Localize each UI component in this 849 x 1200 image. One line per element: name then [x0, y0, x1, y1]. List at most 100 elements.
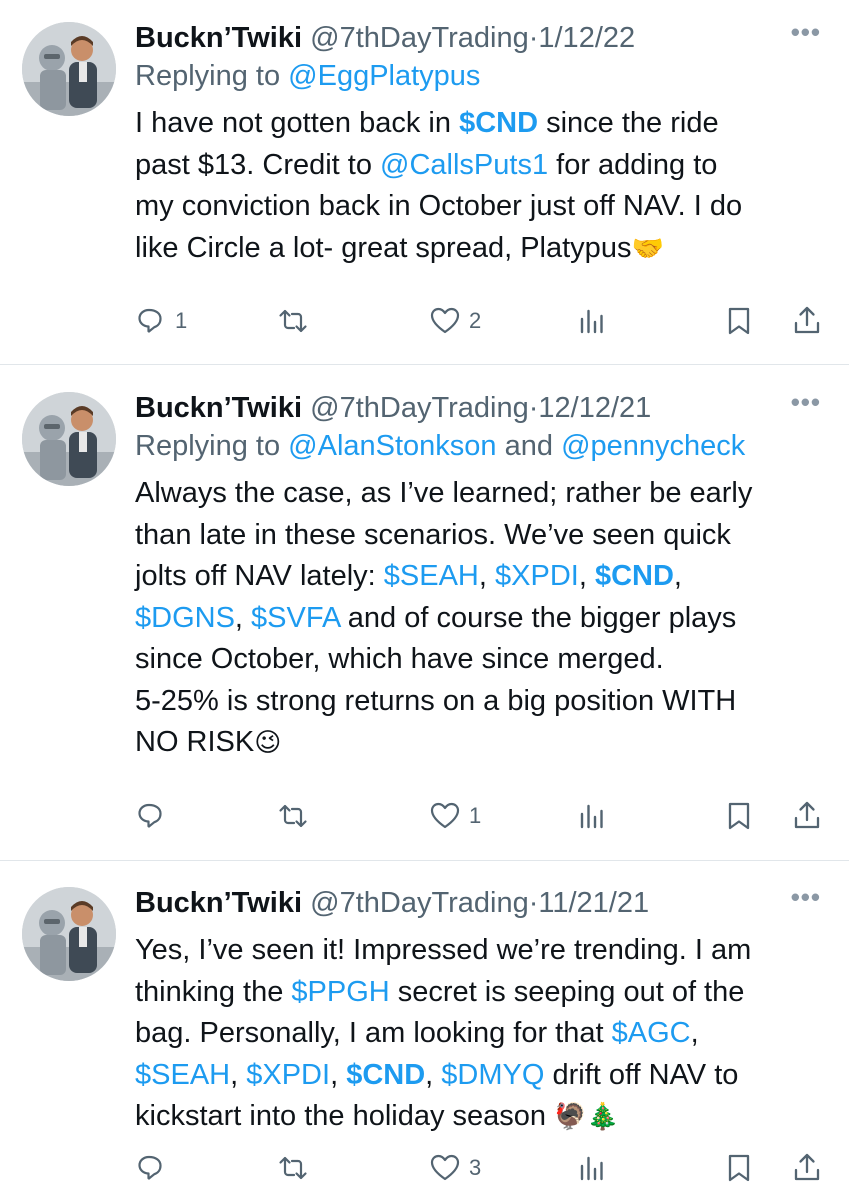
cashtag-link[interactable]: $CND [346, 1059, 425, 1091]
bar-chart-icon [575, 305, 607, 337]
mention-link[interactable]: @CallsPuts1 [380, 149, 548, 181]
reply-button[interactable]: 1 [135, 301, 187, 341]
heart-outline-icon [429, 1152, 461, 1184]
text-segment: I have not gotten back in [135, 107, 460, 139]
tweet-header: Buckn’Twiki @7thDayTrading·12/12/21 ••• [135, 389, 835, 426]
more-options-icon[interactable]: ••• [791, 19, 821, 45]
emoji: 🤝 [631, 232, 664, 263]
text-line: thinking the $PPGH secret is seeping out… [135, 972, 835, 1014]
mention-link[interactable]: @EggPlatypus [288, 60, 480, 92]
text-line: Always the case, as I’ve learned; rather… [135, 473, 835, 515]
reply-button[interactable] [135, 1148, 167, 1188]
cashtag-link[interactable]: $SEAH [384, 560, 479, 592]
like-button[interactable]: 1 [429, 796, 481, 836]
replying-label: Replying to [135, 60, 289, 92]
tweet-date[interactable]: 12/12/21 [538, 392, 651, 424]
bar-chart-icon [575, 1152, 607, 1184]
text-line: past $13. Credit to @CallsPuts1 for addi… [135, 145, 835, 187]
share-button[interactable] [791, 796, 823, 836]
views-button[interactable] [575, 301, 607, 341]
text-segment: kickstart into the holiday season [135, 1100, 555, 1132]
text-segment: , [425, 1058, 442, 1091]
cashtag-link[interactable]: $DMYQ [441, 1059, 544, 1091]
tweet[interactable]: Buckn’Twiki @7thDayTrading·12/12/21 ••• … [0, 365, 849, 860]
text-segment: my conviction back in October just off N… [135, 190, 743, 222]
text-segment: like Circle a lot- great spread, Platypu… [135, 231, 632, 264]
cashtag-link[interactable]: $DGNS [135, 602, 235, 634]
text-segment: NO RISK [135, 726, 255, 758]
more-options-icon[interactable]: ••• [791, 389, 821, 415]
bookmark-button[interactable] [723, 796, 755, 836]
tweet-feed: Buckn’Twiki @7thDayTrading·1/12/22 ••• R… [0, 0, 849, 1200]
text-line: Yes, I’ve seen it! Impressed we’re trend… [135, 930, 835, 972]
mention-link[interactable]: @AlanStonkson [288, 430, 496, 462]
tweet[interactable]: Buckn’Twiki @7thDayTrading·11/21/21 ••• … [0, 861, 849, 1200]
more-options-icon[interactable]: ••• [791, 884, 821, 910]
like-button[interactable]: 3 [429, 1148, 481, 1188]
avatar[interactable] [22, 22, 116, 116]
display-name[interactable]: Buckn’Twiki [135, 392, 302, 424]
text-segment: drift off NAV to [544, 1058, 739, 1091]
like-button[interactable]: 2 [429, 301, 481, 341]
tweet-header: Buckn’Twiki @7thDayTrading·1/12/22 ••• [135, 19, 835, 56]
avatar[interactable] [22, 887, 116, 981]
like-count: 1 [469, 803, 482, 828]
views-button[interactable] [575, 796, 607, 836]
text-line: jolts off NAV lately: $SEAH, $XPDI, $CND… [135, 556, 835, 598]
like-count: 2 [469, 308, 482, 333]
like-count: 3 [469, 1155, 482, 1180]
text-segment: , [690, 1017, 699, 1049]
text-segment: , [330, 1058, 347, 1091]
display-name[interactable]: Buckn’Twiki [135, 22, 302, 54]
replying-to: Replying to @AlanStonkson and @pennychec… [135, 428, 835, 464]
cashtag-link[interactable]: $AGC [612, 1017, 691, 1049]
cashtag-link[interactable]: $SVFA [251, 602, 340, 634]
bookmark-icon [723, 800, 755, 832]
cashtag-link[interactable]: $XPDI [495, 560, 579, 592]
reply-count: 1 [175, 308, 188, 333]
retweet-arrows-icon [277, 1152, 309, 1184]
cashtag-link[interactable]: $PPGH [291, 976, 389, 1008]
cashtag-link[interactable]: $SEAH [135, 1059, 230, 1091]
text-segment: 5-25% is strong returns on a big positio… [135, 684, 737, 717]
retweet-arrows-icon [277, 305, 309, 337]
handle[interactable]: @7thDayTrading [310, 392, 529, 424]
handle[interactable]: @7thDayTrading [310, 22, 529, 54]
tweet-date[interactable]: 1/12/22 [538, 22, 635, 54]
share-upload-icon [791, 305, 823, 337]
speech-bubble-icon [135, 305, 167, 337]
text-segment: secret is seeping out of the [389, 975, 745, 1008]
retweet-button[interactable] [277, 1148, 309, 1188]
retweet-button[interactable] [277, 796, 309, 836]
bookmark-icon [723, 1152, 755, 1184]
bookmark-button[interactable] [723, 301, 755, 341]
avatar[interactable] [22, 392, 116, 486]
text-segment: jolts off NAV lately: [135, 560, 384, 592]
emoji: 😉 [254, 727, 282, 757]
share-button[interactable] [791, 1148, 823, 1188]
handle[interactable]: @7thDayTrading [310, 887, 529, 919]
text-line: 5-25% is strong returns on a big positio… [135, 681, 835, 723]
cashtag-link[interactable]: $CND [459, 107, 538, 139]
display-name[interactable]: Buckn’Twiki [135, 887, 302, 919]
retweet-button[interactable] [277, 301, 309, 341]
replying-to: Replying to @EggPlatypus [135, 58, 835, 94]
cashtag-link[interactable]: $CND [595, 560, 674, 592]
replying-join: and [496, 430, 562, 462]
views-button[interactable] [575, 1148, 607, 1188]
bookmark-button[interactable] [723, 1148, 755, 1188]
share-button[interactable] [791, 301, 823, 341]
speech-bubble-icon [135, 1152, 167, 1184]
text-segment: bag. Personally, I am looking for that [135, 1017, 612, 1049]
mention-link[interactable]: @pennycheck [561, 430, 745, 462]
text-line: kickstart into the holiday season 🦃🎄 [135, 1096, 835, 1138]
cashtag-link[interactable]: $XPDI [246, 1059, 330, 1091]
heart-outline-icon [429, 800, 461, 832]
text-segment: since October, which have since merged. [135, 643, 664, 675]
reply-button[interactable] [135, 796, 167, 836]
text-segment: for adding to [548, 148, 718, 181]
tweet-date[interactable]: 11/21/21 [538, 887, 649, 919]
text-segment: and of course the bigger plays [339, 601, 737, 634]
text-line: my conviction back in October just off N… [135, 186, 835, 228]
tweet[interactable]: Buckn’Twiki @7thDayTrading·1/12/22 ••• R… [0, 0, 849, 364]
